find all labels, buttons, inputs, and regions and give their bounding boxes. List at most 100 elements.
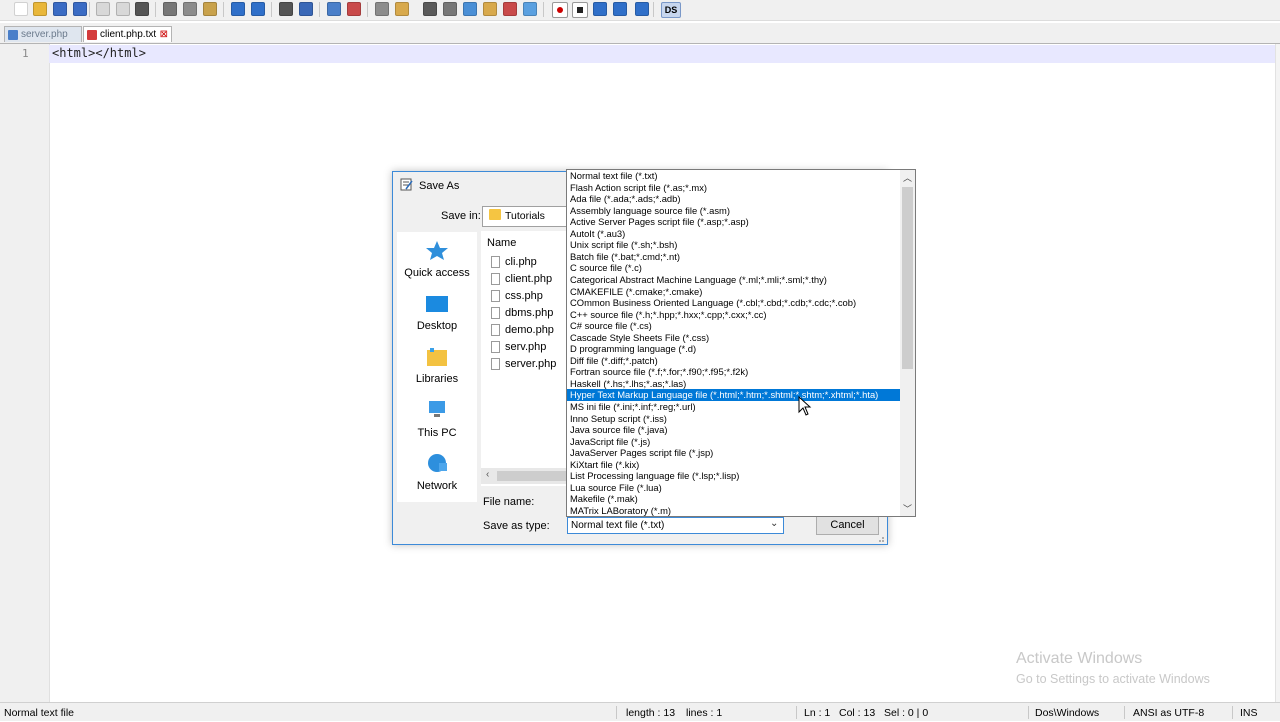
status-ln: Ln : 1 <box>804 707 831 719</box>
libraries-icon <box>427 348 447 366</box>
type-option[interactable]: Ada file (*.ada;*.ads;*.adb) <box>567 193 900 205</box>
type-option[interactable]: Hyper Text Markup Language file (*.html;… <box>567 389 900 402</box>
file-icon <box>491 256 500 268</box>
file-icon <box>491 341 500 353</box>
type-option[interactable]: Categorical Abstract Machine Language (*… <box>567 274 900 286</box>
status-lines: lines : 1 <box>686 707 723 719</box>
sync-horizontal-icon[interactable] <box>395 2 409 16</box>
close-icon[interactable] <box>96 2 110 16</box>
save-macro-icon[interactable] <box>635 2 649 16</box>
tab-client-php-txt[interactable]: client.php.txt ⊠ <box>83 26 172 42</box>
zoom-in-icon[interactable] <box>327 2 341 16</box>
type-option[interactable]: Java source file (*.java) <box>567 424 900 436</box>
redo-icon[interactable] <box>251 2 265 16</box>
status-divider <box>616 706 617 719</box>
type-option[interactable]: Diff file (*.diff;*.patch) <box>567 355 900 367</box>
status-encoding: ANSI as UTF-8 <box>1133 707 1205 719</box>
show-all-chars-icon[interactable] <box>443 2 457 16</box>
run-macro-multiple-icon[interactable] <box>613 2 627 16</box>
code-text[interactable]: <html></html> <box>52 46 146 60</box>
play-macro-icon[interactable] <box>593 2 607 16</box>
editor-scrollbar[interactable] <box>1275 44 1280 702</box>
cut-icon[interactable] <box>163 2 177 16</box>
place-libraries[interactable]: Libraries <box>397 347 477 389</box>
cancel-button[interactable]: Cancel <box>816 516 879 535</box>
type-option[interactable]: JavaScript file (*.js) <box>567 436 900 448</box>
computer-icon <box>429 401 445 417</box>
type-option[interactable]: Normal text file (*.txt) <box>567 170 900 182</box>
place-quick-access[interactable]: Quick access <box>397 240 477 282</box>
tab-server-php[interactable]: server.php <box>4 26 82 42</box>
place-network[interactable]: Network <box>397 453 477 495</box>
place-desktop[interactable]: Desktop <box>397 294 477 336</box>
save-in-value: Tutorials <box>505 210 545 222</box>
type-option[interactable]: List Processing language file (*.lsp;*.l… <box>567 470 900 482</box>
function-list-icon[interactable] <box>503 2 517 16</box>
type-option[interactable]: AutoIt (*.au3) <box>567 228 900 240</box>
zoom-out-icon[interactable] <box>347 2 361 16</box>
doc-map-icon[interactable] <box>483 2 497 16</box>
type-option[interactable]: Makefile (*.mak) <box>567 493 900 505</box>
stop-macro-glyph <box>577 7 583 13</box>
type-option[interactable]: Cascade Style Sheets File (*.css) <box>567 332 900 344</box>
folder-workspace-icon[interactable] <box>523 2 537 16</box>
status-sel: Sel : 0 | 0 <box>884 707 929 719</box>
type-option[interactable]: Flash Action script file (*.as;*.mx) <box>567 182 900 194</box>
type-option[interactable]: MS ini file (*.ini;*.inf;*.reg;*.url) <box>567 401 900 413</box>
chevron-down-icon[interactable]: ⌄ <box>770 518 778 529</box>
type-option[interactable]: Active Server Pages script file (*.asp;*… <box>567 216 900 228</box>
save-icon[interactable] <box>53 2 67 16</box>
word-wrap-icon[interactable] <box>423 2 437 16</box>
scroll-down-icon[interactable]: ﹀ <box>903 502 912 515</box>
type-option[interactable]: Unix script file (*.sh;*.bsh) <box>567 239 900 251</box>
paste-icon[interactable] <box>203 2 217 16</box>
name-column-header[interactable]: Name <box>487 237 516 249</box>
type-option[interactable]: KiXtart file (*.kix) <box>567 459 900 471</box>
toolbar-separator <box>89 2 90 17</box>
close-tab-icon[interactable]: ⊠ <box>160 27 168 43</box>
star-icon <box>426 241 448 260</box>
type-option[interactable]: MATrix LABoratory (*.m) <box>567 505 900 517</box>
place-this-pc[interactable]: This PC <box>397 400 477 442</box>
type-option[interactable]: Fortran source file (*.f;*.for;*.f90;*.f… <box>567 366 900 378</box>
notepad-icon <box>400 178 413 191</box>
sync-vertical-icon[interactable] <box>375 2 389 16</box>
stop-macro-icon[interactable] <box>572 2 588 18</box>
type-option[interactable]: Lua source File (*.lua) <box>567 482 900 494</box>
type-option[interactable]: Batch file (*.bat;*.cmd;*.nt) <box>567 251 900 263</box>
type-option[interactable]: Inno Setup script (*.iss) <box>567 413 900 425</box>
new-file-icon[interactable] <box>14 2 28 16</box>
line-number-gutter <box>0 44 50 702</box>
save-as-type-select[interactable]: Normal text file (*.txt) <box>567 517 784 534</box>
type-option[interactable]: JavaServer Pages script file (*.jsp) <box>567 447 900 459</box>
place-label: This PC <box>417 427 457 439</box>
type-option[interactable]: CMAKEFILE (*.cmake;*.cmake) <box>567 286 900 298</box>
status-eol: Dos\Windows <box>1035 707 1100 719</box>
type-option[interactable]: D programming language (*.d) <box>567 343 900 355</box>
hscroll-thumb[interactable] <box>497 471 571 481</box>
place-label: Quick access <box>404 267 470 279</box>
find-icon[interactable] <box>279 2 293 16</box>
record-macro-icon[interactable] <box>552 2 568 18</box>
open-file-icon[interactable] <box>33 2 47 16</box>
type-option[interactable]: C++ source file (*.h;*.hpp;*.hxx;*.cpp;*… <box>567 309 900 321</box>
type-option[interactable]: C# source file (*.cs) <box>567 320 900 332</box>
close-all-icon[interactable] <box>116 2 130 16</box>
type-option[interactable]: Haskell (*.hs;*.lhs;*.as;*.las) <box>567 378 900 390</box>
type-option[interactable]: COmmon Business Oriented Language (*.cbl… <box>567 297 900 309</box>
type-option[interactable]: C source file (*.c) <box>567 262 900 274</box>
undo-icon[interactable] <box>231 2 245 16</box>
indent-guide-icon[interactable] <box>463 2 477 16</box>
print-icon[interactable] <box>135 2 149 16</box>
toolbar-separator <box>223 2 224 17</box>
scroll-left-icon[interactable]: ‹ <box>486 469 489 480</box>
save-all-icon[interactable] <box>73 2 87 16</box>
copy-icon[interactable] <box>183 2 197 16</box>
replace-icon[interactable] <box>299 2 313 16</box>
dropdown-scroll-thumb[interactable] <box>902 187 913 369</box>
ds-plugin-icon[interactable]: DS <box>661 2 681 18</box>
toolbar-separator <box>271 2 272 17</box>
resize-grip-icon[interactable] <box>875 533 885 543</box>
scroll-up-icon[interactable]: ︿ <box>903 171 912 184</box>
type-option[interactable]: Assembly language source file (*.asm) <box>567 205 900 217</box>
